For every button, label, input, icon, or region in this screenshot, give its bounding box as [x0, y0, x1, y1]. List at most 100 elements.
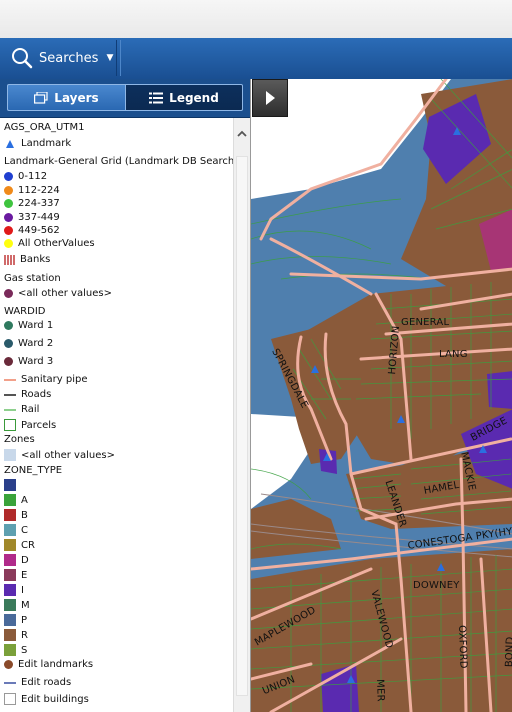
tab-legend-label: Legend	[169, 90, 219, 105]
legend-square-icon	[4, 569, 16, 581]
map-view[interactable]: GENERAL LANG HORIZON SPRINGDALE BRIDGE M…	[250, 79, 512, 712]
legend-square-icon	[4, 494, 16, 506]
legend-label: E	[21, 569, 28, 581]
legend-item: B	[4, 509, 28, 521]
legend-dot-icon	[4, 213, 13, 222]
legend-line-icon	[4, 408, 16, 411]
legend-square-icon	[4, 479, 16, 491]
legend-label: Landmark-General Grid (Landmark DB Searc…	[4, 156, 233, 167]
legend-item: Edit roads	[4, 677, 71, 688]
legend-item: Edit buildings	[4, 693, 89, 705]
chevron-up-icon[interactable]	[236, 128, 248, 140]
legend-label: Ward 1	[18, 320, 54, 331]
searches-button[interactable]: Searches ▼	[2, 40, 117, 76]
tab-legend[interactable]: Legend	[125, 84, 243, 111]
legend-item: Roads	[4, 389, 51, 400]
scrollbar-thumb[interactable]	[236, 156, 248, 696]
legend-label: 337-449	[18, 212, 60, 223]
legend-item: R	[4, 629, 28, 641]
legend-group-header: WARDID	[4, 306, 45, 317]
legend-scrollbar[interactable]	[233, 118, 250, 712]
legend-label: M	[21, 599, 30, 611]
collapse-panel-button[interactable]	[252, 79, 288, 117]
legend-item: D	[4, 554, 29, 566]
layers-icon	[34, 91, 48, 104]
legend-dot-icon	[4, 357, 13, 366]
legend-dot-icon	[4, 289, 13, 298]
legend-group-header: Zones	[4, 434, 35, 445]
legend-dot-icon	[4, 199, 13, 208]
legend-label: Ward 3	[18, 356, 54, 367]
legend-dot-icon	[4, 226, 13, 235]
legend-label: Rail	[21, 404, 40, 415]
legend-label: S	[21, 644, 28, 656]
legend-label: Landmark	[21, 138, 72, 149]
legend-label: 112-224	[18, 185, 60, 196]
legend-item: S	[4, 644, 27, 656]
legend-label: Edit buildings	[21, 693, 89, 705]
legend-square-icon	[4, 644, 16, 656]
street-label-bond: BOND	[504, 636, 512, 668]
legend-item: Banks	[4, 254, 50, 265]
legend-group-header: AGS_ORA_UTM1	[4, 122, 84, 133]
legend-item: <all other values>	[4, 288, 112, 299]
list-icon	[149, 92, 164, 103]
legend-item: Edit landmarks	[4, 659, 93, 670]
panel-tab-bar: Layers Legend	[0, 79, 250, 118]
legend-item: 449-562	[4, 225, 60, 236]
legend-dot-icon	[4, 172, 13, 181]
legend-square-icon	[4, 554, 16, 566]
legend-dot-icon	[4, 186, 13, 195]
legend-label: 449-562	[18, 225, 60, 236]
legend-item: All OtherValues	[4, 238, 95, 249]
legend-label: AGS_ORA_UTM1	[4, 122, 85, 133]
browser-top-bar	[0, 0, 512, 39]
legend-label: <all other values>	[18, 288, 112, 299]
toolbar-divider	[120, 40, 121, 76]
legend-panel: AGS_ORA_UTM1 Landmark Landmark-General Gri…	[0, 118, 233, 708]
legend-line-icon	[4, 393, 16, 396]
legend-item: Parcels	[4, 419, 56, 431]
legend-item: 224-337	[4, 198, 60, 209]
legend-item: M	[4, 599, 30, 611]
main-toolbar: Searches ▼	[0, 38, 512, 80]
legend-label: Ward 2	[18, 338, 54, 349]
legend-label: WARDID	[4, 306, 46, 317]
legend-item: P	[4, 614, 27, 626]
legend-item: 112-224	[4, 185, 60, 196]
legend-group-header: ZONE_TYPE	[4, 465, 62, 476]
legend-label: Edit roads	[21, 677, 72, 688]
legend-label: A	[21, 494, 28, 506]
legend-label: Banks	[20, 254, 51, 265]
legend-item: 337-449	[4, 212, 60, 223]
legend-item: Ward 1	[4, 320, 53, 331]
legend-square-icon	[4, 449, 16, 461]
legend-label: Zones	[4, 434, 35, 445]
legend-label: Gas station	[4, 273, 61, 284]
legend-label: 0-112	[18, 171, 48, 182]
legend-dot-icon	[4, 339, 13, 348]
legend-group-header: Landmark-General Grid (Landmark DB Searc…	[4, 156, 233, 167]
legend-item: Ward 3	[4, 356, 53, 367]
legend-square-icon	[4, 599, 16, 611]
searches-label: Searches	[39, 50, 99, 66]
legend-item: E	[4, 569, 27, 581]
legend-item: A	[4, 494, 28, 506]
street-label-general: GENERAL	[401, 317, 450, 328]
chevron-down-icon: ▼	[106, 53, 114, 63]
chevron-right-icon	[266, 91, 275, 105]
street-label-oxford: OXFORD	[456, 625, 469, 669]
legend-item: <all other values>	[4, 449, 115, 461]
legend-line-icon	[4, 378, 16, 381]
tab-layers[interactable]: Layers	[7, 84, 125, 111]
legend-square-icon	[4, 614, 16, 626]
street-label-mer: MER	[374, 679, 386, 702]
street-label-downey: DOWNEY	[413, 580, 460, 591]
search-icon	[12, 48, 33, 69]
bank-icon	[4, 254, 15, 265]
legend-item: Sanitary pipe	[4, 374, 87, 385]
legend-item: Ward 2	[4, 338, 53, 349]
legend-dot-icon	[4, 239, 13, 248]
legend-label: Edit landmarks	[18, 659, 94, 670]
tab-layers-label: Layers	[54, 90, 99, 105]
